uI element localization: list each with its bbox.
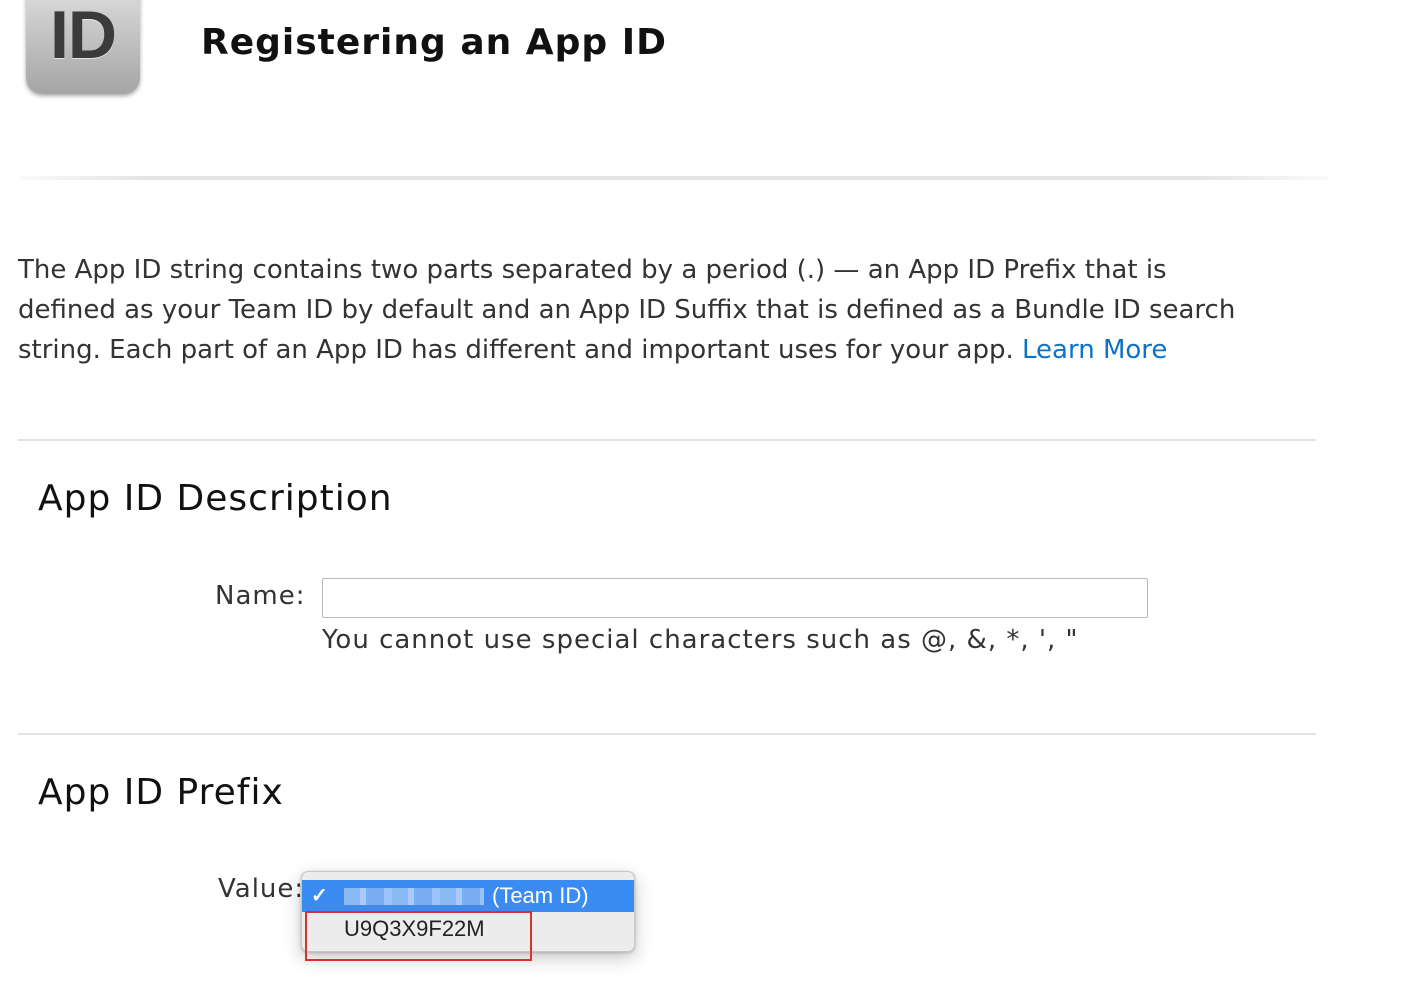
name-label: Name: — [215, 581, 306, 611]
dropdown-option-prefix-label: U9Q3X9F22M — [344, 916, 485, 941]
name-hint: You cannot use special characters such a… — [322, 625, 1079, 655]
app-id-icon: ID — [26, 0, 140, 94]
intro-line-3: string. Each part of an App ID has diffe… — [18, 330, 1268, 370]
value-label: Value: — [218, 874, 305, 904]
intro-paragraph: The App ID string contains two parts sep… — [18, 250, 1268, 370]
redacted-team-id — [344, 888, 484, 905]
checkmark-icon: ✓ — [311, 885, 328, 907]
section-title-description: App ID Description — [38, 478, 393, 519]
intro-line-1: The App ID string contains two parts sep… — [18, 255, 1167, 285]
header-divider — [18, 176, 1328, 180]
team-id-suffix-label: (Team ID) — [492, 883, 589, 908]
learn-more-link[interactable]: Learn More — [1022, 335, 1167, 365]
page-title: Registering an App ID — [201, 22, 667, 63]
name-input[interactable] — [322, 578, 1148, 618]
intro-line-3-text: string. Each part of an App ID has diffe… — [18, 335, 1023, 365]
section-divider-description — [18, 439, 1316, 441]
intro-line-2: defined as your Team ID by default and a… — [18, 295, 1236, 325]
app-id-icon-text: ID — [50, 0, 117, 73]
dropdown-option-prefix[interactable]: U9Q3X9F22M — [302, 913, 634, 945]
prefix-dropdown-menu[interactable]: ✓ (Team ID) U9Q3X9F22M — [301, 871, 635, 952]
dropdown-option-team-id[interactable]: ✓ (Team ID) — [302, 880, 634, 912]
section-title-prefix: App ID Prefix — [38, 772, 284, 813]
section-divider-prefix — [18, 733, 1316, 735]
